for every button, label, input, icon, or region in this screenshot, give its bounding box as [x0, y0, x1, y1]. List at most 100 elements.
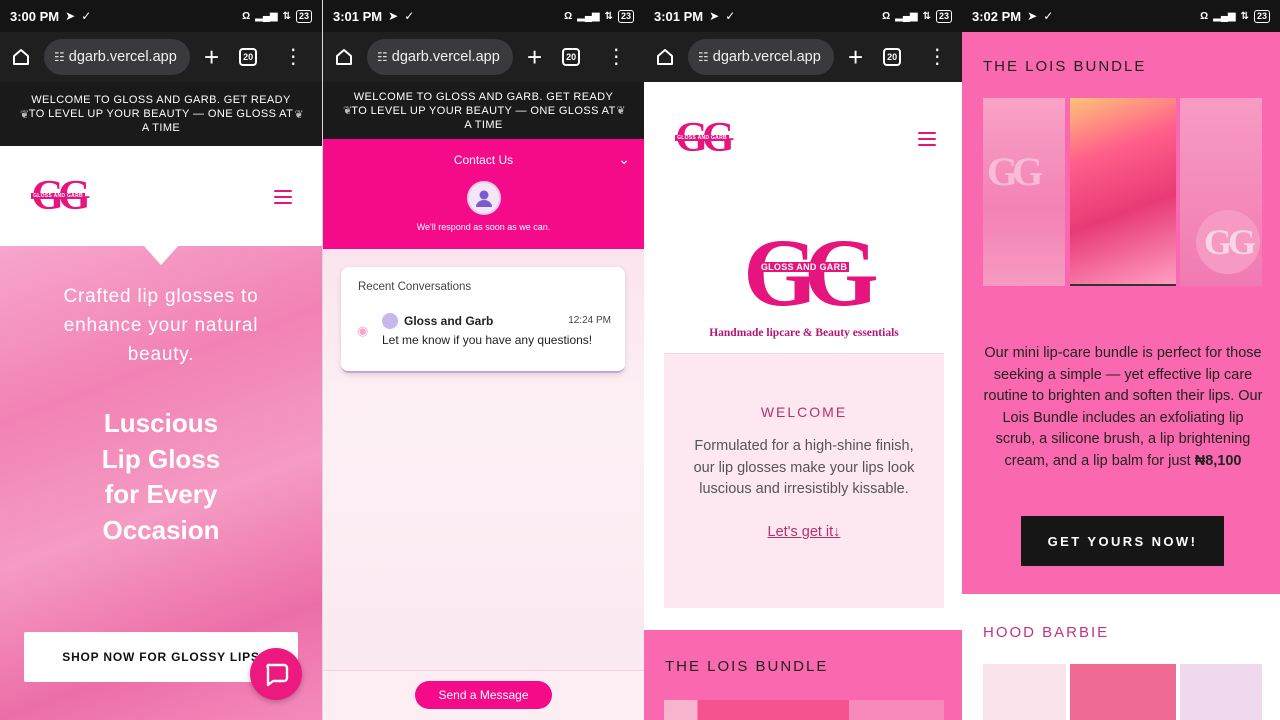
signal-icon: ▂▄▆	[1213, 10, 1236, 22]
leaf-icon: ❦	[343, 105, 353, 117]
url-text: dgarb.vercel.app	[391, 49, 500, 65]
wifi-icon: ⇅	[922, 10, 931, 22]
home-icon[interactable]	[8, 44, 34, 70]
recent-conversations-title: Recent Conversations	[358, 281, 472, 293]
status-icons: Ω ▂▄▆ ⇅ 23	[882, 9, 952, 23]
headset-icon: Ω	[882, 10, 891, 22]
get-yours-now-button[interactable]: GET YOURS NOW!	[1021, 516, 1224, 566]
logo-name: GLOSS AND GARB	[758, 262, 850, 272]
hood-barbie-title: HOOD BARBIE	[983, 624, 1110, 641]
recent-conversations-card[interactable]: Recent Conversations ◉ Gloss and Garb 12…	[341, 267, 625, 373]
leaf-icon: ❦	[616, 105, 626, 117]
send-message-button[interactable]: Send a Message	[415, 681, 552, 709]
home-icon[interactable]	[652, 44, 678, 70]
leaf-icon: ❦	[20, 109, 30, 121]
product-photo[interactable]	[1180, 664, 1262, 720]
screen-home: 3:00 PM ➤ ✓ Ω ▂▄▆ ⇅ 23 ☷ dgarb.vercel.ap…	[0, 0, 322, 720]
lois-bundle-gallery: GG GG	[983, 98, 1262, 286]
signal-icon: ▂▄▆	[255, 10, 278, 22]
browser-toolbar: ☷ dgarb.vercel.app + 20 ⋮	[0, 32, 322, 82]
screen-welcome: 3:01 PM ➤ ✓ Ω ▂▄▆ ⇅ 23 ☷ dgarb.vercel.ap…	[644, 0, 962, 720]
product-photo[interactable]	[1070, 664, 1176, 720]
more-menu-icon[interactable]: ⋮	[927, 47, 947, 67]
headset-icon: Ω	[1200, 10, 1209, 22]
new-tab-icon[interactable]: +	[848, 44, 863, 70]
status-icons: Ω ▂▄▆ ⇅ 23	[564, 9, 634, 23]
headset-icon: Ω	[564, 10, 573, 22]
status-bar: 3:01 PM ➤ ✓ Ω ▂▄▆ ⇅ 23	[644, 0, 962, 32]
hero-subtitle: Crafted lip glosses to enhance your natu…	[63, 286, 259, 365]
welcome-title: WELCOME	[760, 404, 848, 420]
welcome-card: GG GLOSS AND GARB Handmade lipcare & Bea…	[664, 196, 944, 608]
product-photo[interactable]	[983, 664, 1066, 720]
more-menu-icon[interactable]: ⋮	[606, 47, 626, 67]
announcement-bar: ❦ WELCOME TO GLOSS AND GARB. GET READY T…	[323, 82, 644, 139]
site-logo[interactable]: GG GLOSS AND GARB	[670, 117, 735, 159]
product-photo[interactable]: GG	[1180, 98, 1262, 286]
signal-icon: ▂▄▆	[577, 10, 600, 22]
browser-toolbar: ☷ dgarb.vercel.app + 20 ⋮	[644, 32, 962, 82]
check-icon: ✓	[81, 9, 92, 23]
chat-body: Recent Conversations ◉ Gloss and Garb 12…	[323, 249, 644, 670]
site-header: GG GLOSS AND GARB GG GLOSS AND GARB Hand…	[644, 82, 962, 630]
chat-launcher-button[interactable]	[250, 648, 302, 700]
hero-headline: Luscious Lip Gloss for Every Occasion	[101, 408, 221, 545]
site-settings-icon[interactable]: ☷	[54, 50, 65, 64]
welcome-description: Formulated for a high-shine finish, our …	[693, 438, 915, 497]
product-photo[interactable]: GG	[983, 98, 1065, 286]
tab-switcher-icon[interactable]: 20	[883, 48, 902, 66]
hood-barbie-section: HOOD BARBIE	[962, 594, 1280, 720]
site-logo[interactable]: GG GLOSS AND GARB	[26, 175, 91, 217]
announcement-bar: ❦ WELCOME TO GLOSS AND GARB. GET READY T…	[0, 82, 322, 146]
announcement-text: WELCOME TO GLOSS AND GARB. GET READY TO …	[351, 90, 616, 131]
site-settings-icon[interactable]: ☷	[377, 50, 388, 64]
browser-toolbar: ☷ dgarb.vercel.app + 20 ⋮	[323, 32, 644, 82]
contact-title: Contact Us	[453, 153, 514, 167]
new-tab-icon[interactable]: +	[204, 44, 219, 70]
hamburger-menu-icon[interactable]	[274, 190, 292, 204]
battery-icon: 23	[935, 9, 952, 23]
leaf-icon: ❦	[294, 109, 304, 121]
new-tab-icon[interactable]: +	[527, 44, 542, 70]
address-bar[interactable]: ☷ dgarb.vercel.app	[367, 39, 513, 75]
screen-lois-bundle: 3:02 PM ➤ ✓ Ω ▂▄▆ ⇅ 23 THE LOIS BUNDLE G…	[962, 0, 1280, 720]
address-bar[interactable]: ☷ dgarb.vercel.app	[688, 39, 834, 75]
headset-icon: Ω	[242, 10, 251, 22]
site-header: GG GLOSS AND GARB	[0, 146, 322, 246]
battery-icon: 23	[295, 9, 312, 23]
avatar	[382, 313, 398, 329]
brand-logo-image: GG GLOSS AND GARB Handmade lipcare & Bea…	[664, 196, 944, 354]
wifi-icon: ⇅	[604, 10, 613, 22]
tab-switcher-icon[interactable]: 20	[562, 48, 581, 66]
telegram-icon: ➤	[65, 9, 76, 23]
logo-name: GLOSS AND GARB	[31, 193, 85, 199]
signal-icon: ▂▄▆	[895, 10, 918, 22]
lois-bundle-section: THE LOIS BUNDLE GG GG Our mini lip-care …	[962, 32, 1280, 594]
home-icon[interactable]	[331, 44, 357, 70]
send-bar: Send a Message	[323, 670, 644, 720]
response-note: We'll respond as soon as we can.	[416, 222, 551, 232]
battery-icon: 23	[617, 9, 634, 23]
lois-bundle-price: ₦8,100	[1194, 452, 1242, 469]
site-settings-icon[interactable]: ☷	[698, 50, 709, 64]
lois-bundle-description: Our mini lip-care bundle is perfect for …	[983, 345, 1263, 469]
tab-switcher-icon[interactable]: 20	[239, 48, 258, 66]
wifi-icon: ⇅	[282, 10, 291, 22]
status-icons: Ω ▂▄▆ ⇅ 23	[1200, 9, 1270, 23]
chevron-down-icon[interactable]: ⌄	[618, 151, 630, 168]
hamburger-menu-icon[interactable]	[918, 132, 936, 146]
lets-get-it-link[interactable]: Let's get it↓	[664, 524, 944, 540]
announcement-text: WELCOME TO GLOSS AND GARB. GET READY TO …	[28, 94, 294, 134]
address-bar[interactable]: ☷ dgarb.vercel.app	[44, 39, 190, 75]
product-photo[interactable]	[1070, 98, 1176, 286]
conversation-time: 12:24 PM	[568, 315, 611, 326]
clock: 3:02 PM	[972, 8, 1022, 24]
more-menu-icon[interactable]: ⋮	[283, 47, 303, 67]
battery-icon: 23	[1253, 9, 1270, 23]
telegram-icon: ➤	[709, 9, 720, 23]
logo-name: GLOSS AND GARB	[675, 135, 729, 141]
status-bar: 3:02 PM ➤ ✓ Ω ▂▄▆ ⇅ 23	[962, 0, 1280, 32]
check-icon: ✓	[404, 9, 415, 23]
feed-icon: ◉	[357, 323, 369, 338]
agent-avatar	[467, 181, 501, 215]
